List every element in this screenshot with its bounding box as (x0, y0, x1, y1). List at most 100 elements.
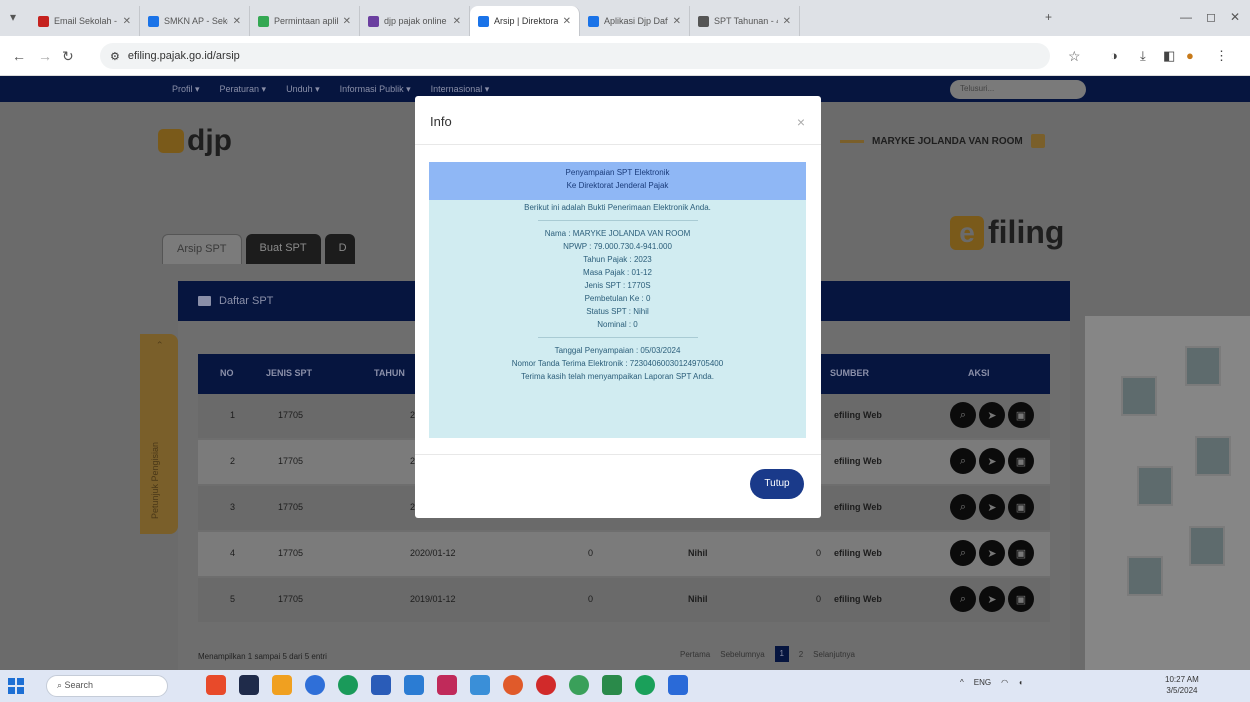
new-tab-button[interactable]: + (1045, 10, 1052, 24)
browser-tab[interactable]: Permintaan aplikasi ✕ (250, 6, 360, 36)
tab-title: Permintaan aplikasi (274, 16, 338, 26)
app-icon[interactable] (470, 675, 490, 695)
taskbar-search[interactable]: ⌕ Search (46, 675, 168, 697)
tab-close-icon[interactable]: ✕ (453, 16, 461, 27)
sidepanel-icon[interactable]: ◧ (1163, 48, 1175, 64)
browser-tab[interactable]: Aplikasi Djp Daftar ✕ (580, 6, 690, 36)
tab-close-icon[interactable]: ✕ (233, 16, 241, 27)
send-icon[interactable]: ➤ (979, 448, 1005, 474)
word-icon[interactable] (404, 675, 424, 695)
tray-expand-icon[interactable]: ^ (960, 678, 964, 687)
tab-close-icon[interactable]: ✕ (783, 16, 791, 27)
volume-icon[interactable]: ◖ (1018, 678, 1023, 687)
guide-side-panel[interactable]: › Petunjuk Pengisian (140, 334, 178, 534)
app-icon[interactable] (569, 675, 589, 695)
modal-close-icon[interactable]: × (797, 114, 805, 130)
minimize-icon[interactable]: — (1180, 10, 1192, 24)
tab-close-icon[interactable]: ✕ (343, 16, 351, 27)
tab-favicon (38, 15, 49, 27)
tab-close-icon[interactable]: ✕ (673, 16, 681, 27)
app-icon[interactable] (206, 675, 226, 695)
app-icon[interactable] (668, 675, 688, 695)
system-clock[interactable]: 10:27 AM 3/5/2024 (1165, 674, 1199, 696)
download-icon[interactable]: ⤓ (1140, 48, 1146, 64)
back-icon[interactable]: ← (12, 48, 26, 64)
tab-draft[interactable]: D (324, 234, 355, 264)
page-prev[interactable]: Sebelumnya (720, 650, 764, 659)
receipt-intro: Berikut ini adalah Bukti Penerimaan Elek… (524, 203, 711, 212)
download-file-icon[interactable]: ▣ (1008, 494, 1034, 520)
site-search-input[interactable]: Telusuri... (950, 80, 1086, 99)
send-icon[interactable]: ➤ (979, 494, 1005, 520)
col-sumber[interactable]: SUMBER (830, 368, 869, 378)
browser-tab[interactable]: djp pajak online go ✕ (360, 6, 470, 36)
page-next-number[interactable]: 2 (799, 650, 803, 659)
app-icon[interactable] (371, 675, 391, 695)
browser-tab[interactable]: SMKN AP - Sekolah ✕ (140, 6, 250, 36)
cell-no: 3 (230, 502, 236, 512)
view-icon[interactable]: ⌕ (950, 586, 976, 612)
download-file-icon[interactable]: ▣ (1008, 402, 1034, 428)
bookmark-star-icon[interactable]: ☆ (1068, 48, 1081, 65)
windows-start-icon[interactable] (8, 678, 24, 694)
send-icon[interactable]: ➤ (979, 586, 1005, 612)
tab-arsip-spt[interactable]: Arsip SPT (162, 234, 242, 264)
browser-tab[interactable]: Email Sekolah - tanya ✕ (30, 6, 140, 36)
close-window-icon[interactable]: ✕ (1230, 10, 1240, 24)
nav-profil[interactable]: Profil ▾ (172, 84, 200, 95)
profile-icon[interactable]: ● (1186, 48, 1194, 63)
tab-title: Email Sekolah - tanya (54, 16, 118, 26)
send-icon[interactable]: ➤ (979, 402, 1005, 428)
page-last[interactable]: Selanjutnya (813, 650, 855, 659)
download-file-icon[interactable]: ▣ (1008, 448, 1034, 474)
extension-icon[interactable]: ◑ (1110, 48, 1118, 63)
tab-buat-spt[interactable]: Buat SPT (245, 234, 321, 264)
app-icon[interactable] (602, 675, 622, 695)
url-text: efiling.pajak.go.id/arsip (127, 50, 240, 62)
download-file-icon[interactable]: ▣ (1008, 586, 1034, 612)
view-icon[interactable]: ⌕ (950, 402, 976, 428)
site-info-icon[interactable]: ⚙ (110, 50, 120, 63)
view-icon[interactable]: ⌕ (950, 540, 976, 566)
app-icon[interactable] (635, 675, 655, 695)
wifi-icon[interactable]: ◠ (1001, 678, 1008, 687)
col-no[interactable]: NO (220, 368, 234, 378)
app-icon[interactable] (437, 675, 457, 695)
tab-search-icon[interactable]: ▾ (10, 10, 16, 24)
edge-icon[interactable] (305, 675, 325, 695)
djp-logo[interactable]: djp (158, 124, 232, 158)
page-current[interactable]: 1 (774, 646, 789, 662)
djp-logo-mark (158, 129, 184, 153)
chrome-icon[interactable] (338, 675, 358, 695)
view-icon[interactable]: ⌕ (950, 494, 976, 520)
djp-logo-text: djp (187, 124, 232, 157)
download-file-icon[interactable]: ▣ (1008, 540, 1034, 566)
forward-icon[interactable]: → (38, 48, 52, 64)
browser-tab[interactable]: SPT Tahunan - 4400 ✕ (690, 6, 800, 36)
tray-language[interactable]: ENG (974, 678, 991, 687)
maximize-icon[interactable]: ◻ (1206, 10, 1216, 24)
url-field[interactable]: ⚙ efiling.pajak.go.id/arsip (100, 43, 1050, 69)
user-menu[interactable]: MARYKE JOLANDA VAN ROOM (840, 134, 1045, 148)
send-icon[interactable]: ➤ (979, 540, 1005, 566)
nav-internasional[interactable]: Internasional ▾ (431, 84, 490, 95)
app-icon[interactable] (503, 675, 523, 695)
folder-app-icon[interactable] (272, 675, 292, 695)
opera-icon[interactable] (536, 675, 556, 695)
app-icon[interactable] (239, 675, 259, 695)
nav-informasi-publik[interactable]: Informasi Publik ▾ (340, 84, 411, 95)
tab-close-icon[interactable]: ✕ (563, 16, 571, 27)
menu-icon[interactable]: ⋮ (1215, 48, 1228, 64)
tab-close-icon[interactable]: ✕ (123, 16, 131, 27)
cell-status: Nihil (688, 548, 708, 558)
page-first[interactable]: Pertama (680, 650, 710, 659)
view-icon[interactable]: ⌕ (950, 448, 976, 474)
tutup-button[interactable]: Tutup (750, 469, 804, 499)
col-jenis-spt[interactable]: JENIS SPT (266, 368, 312, 378)
browser-tab[interactable]: Arsip | Direktorat Je ✕ (470, 6, 580, 36)
cell-jenis-spt: 17705 (278, 548, 304, 558)
col-tahun[interactable]: TAHUN (374, 368, 405, 378)
nav-unduh[interactable]: Unduh ▾ (286, 84, 320, 95)
nav-peraturan[interactable]: Peraturan ▾ (220, 84, 267, 95)
reload-icon[interactable]: ↻ (62, 48, 74, 65)
